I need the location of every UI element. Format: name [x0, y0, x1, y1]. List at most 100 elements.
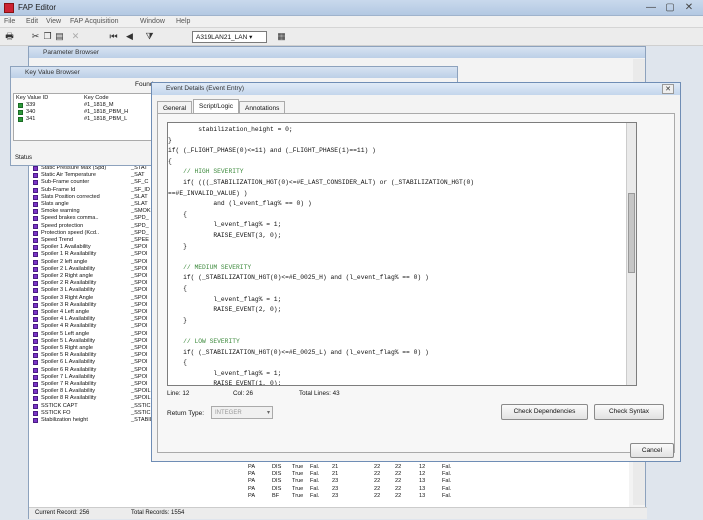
chevron-down-icon: ▾: [266, 410, 270, 416]
app-icon: [4, 3, 14, 13]
grid-cell: DIS: [272, 478, 282, 485]
key-icon: [18, 110, 23, 116]
grid-cell: True: [292, 492, 304, 499]
code-line: {: [168, 359, 187, 367]
col-key-value-id[interactable]: Key Value ID: [16, 95, 48, 101]
grid-cell: PA: [248, 464, 256, 470]
printer-icon[interactable]: 🖶: [4, 31, 15, 42]
grid-cell: 22: [395, 478, 402, 485]
grid-cell: 12: [419, 464, 426, 470]
code-line: // MEDIUM SEVERITY: [168, 263, 252, 271]
line-indicator: Line: 12: [167, 390, 190, 397]
menu-edit[interactable]: Edit: [26, 18, 38, 25]
code-line: RAISE_EVENT(1, 0);: [168, 380, 282, 386]
code-line: ==#E_INVALID_VALUE) ): [168, 189, 248, 197]
delete-icon[interactable]: ✕: [70, 31, 81, 42]
col-key-code[interactable]: Key Code: [84, 95, 109, 101]
return-type-select[interactable]: INTEGER ▾: [211, 406, 273, 419]
key-code: #1_1818_PBM_L: [84, 116, 128, 123]
close-button[interactable]: ✕: [682, 1, 696, 14]
menu-help[interactable]: Help: [176, 18, 190, 25]
grid-cell: 22: [374, 464, 381, 470]
grid-cell: Fal.: [442, 485, 452, 492]
grid-cell: Fal.: [442, 471, 452, 478]
key-code: #1_1818_PBM_H: [84, 109, 129, 116]
grid-cell: Fal.: [310, 471, 320, 478]
maximize-button[interactable]: ▢: [663, 1, 677, 14]
event-details-titlebar: Event Details (Event Entry) ✕: [152, 83, 680, 95]
aircraft-config-select[interactable]: A319LAN21_LAN ▾: [192, 31, 267, 43]
code-line: }: [168, 316, 187, 324]
return-type-value: INTEGER: [215, 410, 242, 416]
cancel-button[interactable]: Cancel: [630, 443, 674, 458]
current-record: Current Record: 256: [35, 510, 90, 516]
grid-cell: 23: [332, 485, 339, 492]
grid-cell: 22: [395, 471, 402, 478]
dialog-close-button[interactable]: ✕: [662, 84, 674, 94]
grid-cell: 13: [419, 478, 426, 485]
grid-cell: 22: [374, 492, 381, 499]
code-line: {: [168, 157, 172, 165]
copy-icon[interactable]: ❐: [42, 31, 53, 42]
grid-cell: Fal.: [310, 485, 320, 492]
script-editor[interactable]: stabilization_height = 0;} if( (_FLIGHT_P…: [167, 122, 637, 386]
grid-icon[interactable]: ▦: [276, 31, 287, 42]
grid-cell: 13: [419, 485, 426, 492]
grid-cell: 21: [332, 471, 339, 478]
code-line: l_event_flag% = 1;: [168, 295, 282, 303]
menu-window[interactable]: Window: [140, 18, 165, 25]
filter-icon[interactable]: ⧩: [144, 31, 155, 42]
code-line: if( (((_STABILIZATION_HGT(0)<=#E_LAST_CO…: [168, 179, 475, 186]
code-line: // HIGH SEVERITY: [168, 168, 244, 176]
editor-vscrollbar[interactable]: [626, 123, 636, 385]
key-value-browser-title: Key Value Browser: [25, 69, 80, 76]
menu-fap-acquisition[interactable]: FAP Acquisition: [70, 18, 119, 25]
app-title-bar: FAP Editor — ▢ ✕: [0, 0, 703, 16]
check-syntax-button[interactable]: Check Syntax: [594, 404, 664, 420]
key-code: #1_1818_M: [84, 102, 114, 108]
key-value-browser-titlebar: Key Value Browser: [11, 67, 457, 78]
table-row[interactable]: 341 #1_1818_PBM_L: [14, 116, 154, 123]
code-line: and (l_event_flag% == 0) ): [168, 200, 312, 208]
editor-scroll-thumb[interactable]: [628, 193, 635, 273]
grid-cell: PA: [248, 492, 256, 499]
minimize-button[interactable]: —: [644, 1, 658, 14]
key-value-id: 339: [26, 102, 36, 108]
grid-cell: True: [292, 464, 304, 470]
code-line: }: [168, 242, 187, 250]
table-row[interactable]: 339 #1_1818_M: [14, 102, 154, 109]
total-records: Total Records: 1554: [131, 510, 185, 516]
key-icon: [18, 103, 23, 108]
cut-icon[interactable]: ✂: [30, 31, 41, 42]
grid-cell: Fal.: [310, 464, 320, 470]
grid-cell: 21: [332, 464, 339, 470]
key-value-grid: Key Value ID Key Code 339 #1_1818_M 340 #1_…: [13, 93, 155, 141]
key-icon: [18, 117, 23, 123]
tab-script-logic[interactable]: Script/Logic: [193, 99, 239, 114]
event-details-title: Event Details (Event Entry): [166, 85, 245, 92]
col-indicator: Col: 26: [233, 390, 253, 397]
grid-cell: DIS: [272, 464, 282, 470]
paste-icon[interactable]: ▤: [54, 31, 65, 42]
grid-cell: True: [292, 471, 304, 478]
first-icon[interactable]: ⏮: [108, 31, 119, 42]
check-dependencies-button[interactable]: Check Dependencies: [501, 404, 588, 420]
grid-cell: Fal.: [442, 478, 452, 485]
table-row[interactable]: 340 #1_1818_PBM_H: [14, 109, 154, 116]
grid-cell: 22: [374, 471, 381, 478]
key-value-id: 340: [26, 109, 36, 116]
code-line: if( (_STABILIZATION_HGT(0)<=#E_0025_L) a…: [168, 348, 429, 356]
previous-icon[interactable]: ◀: [124, 31, 135, 42]
menu-file[interactable]: File: [4, 18, 15, 25]
grid-cell: Fal.: [310, 492, 320, 499]
code-line: }: [168, 136, 172, 144]
grid-cell: BF: [272, 492, 280, 499]
grid-cell: True: [292, 478, 304, 485]
code-line: // LOW SEVERITY: [168, 338, 240, 345]
menu-view[interactable]: View: [46, 18, 61, 25]
app-title: FAP Editor: [18, 3, 57, 12]
grid-cell: DIS: [272, 471, 282, 478]
grid-cell: 13: [419, 492, 426, 499]
code-line: {: [168, 210, 187, 218]
grid-cell: 22: [374, 478, 381, 485]
